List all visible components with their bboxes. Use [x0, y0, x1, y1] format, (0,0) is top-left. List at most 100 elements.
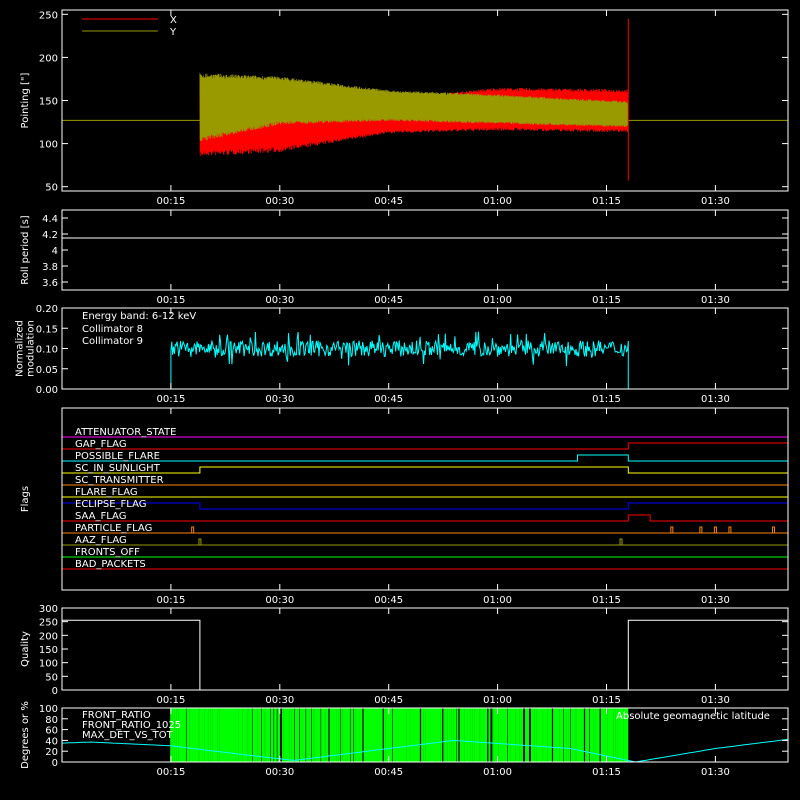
x-tick-label: 01:15 [592, 295, 621, 306]
y-tick-label: 0.05 [36, 365, 58, 376]
y-tick-label: 100 [39, 704, 58, 715]
flag-label: SAA_FLAG [75, 511, 126, 522]
y-tick-label: 60 [45, 726, 58, 737]
y-axis-label: Flags [20, 486, 31, 512]
x-tick-label: 00:15 [156, 295, 185, 306]
y-tick-label: 0.20 [36, 304, 58, 315]
flag-saa-flag-line [62, 514, 788, 522]
x-tick-label: 00:45 [374, 695, 403, 706]
flag-pulse [670, 526, 674, 533]
flag-pulse [198, 538, 202, 545]
x-tick-label: 00:15 [156, 196, 185, 207]
flag-pulse [619, 538, 623, 545]
flag-gap-flag-line [62, 442, 788, 450]
y-tick-label: 150 [39, 645, 58, 656]
x-tick-label: 00:45 [374, 767, 403, 778]
y-tick-label: 0.15 [36, 324, 58, 335]
flag-pulse [771, 526, 775, 533]
x-tick-label: 00:45 [374, 196, 403, 207]
collimator-8-line [170, 331, 629, 390]
y-tick-label: 4.2 [42, 230, 58, 241]
x-tick-label: 01:00 [483, 695, 512, 706]
y-tick-label: 0.10 [36, 345, 58, 356]
y-tick-label: 3.6 [42, 278, 58, 289]
y-tick-label: 200 [39, 631, 58, 642]
x-tick-label: 00:45 [374, 595, 403, 606]
energy-band-annotation: Energy band: 6-12 keV [82, 311, 196, 322]
quality-line [62, 619, 788, 691]
x-tick-label: 01:30 [701, 595, 730, 606]
x-tick-label: 00:30 [265, 767, 294, 778]
y-axis-label: Normalized [15, 320, 26, 377]
y-axis-label: Quality [20, 631, 31, 667]
y-tick-label: 40 [45, 736, 58, 747]
legend-label: X [170, 15, 177, 26]
flag-label: ECLIPSE_FLAG [75, 499, 146, 510]
latitude-annotation: Absolute geomagnetic latitude [616, 711, 770, 722]
y-axis-label: Degrees or % [20, 701, 31, 769]
x-tick-label: 01:00 [483, 394, 512, 405]
x-tick-label: 01:30 [701, 295, 730, 306]
flag-eclipse-flag-line [62, 502, 788, 510]
y-tick-label: 50 [45, 183, 58, 194]
y-tick-label: 100 [39, 659, 58, 670]
legend-label: Collimator 9 [82, 336, 143, 347]
x-tick-label: 01:15 [592, 695, 621, 706]
x-tick-label: 01:15 [592, 394, 621, 405]
flag-pulse [713, 526, 717, 533]
x-tick-label: 01:00 [483, 196, 512, 207]
y-axis-label: Pointing ["] [20, 72, 31, 128]
x-tick-label: 00:30 [265, 595, 294, 606]
flag-label: SC_TRANSMITTER [75, 475, 164, 486]
y-tick-label: 300 [39, 604, 58, 615]
y-tick-label: 200 [39, 53, 58, 64]
flag-possible-flare-line [62, 454, 788, 462]
y-axis-label: modulation [26, 320, 37, 377]
x-tick-label: 00:45 [374, 295, 403, 306]
x-tick-label: 00:45 [374, 394, 403, 405]
x-tick-label: 01:00 [483, 595, 512, 606]
x-tick-label: 00:15 [156, 695, 185, 706]
y-tick-label: 250 [39, 10, 58, 21]
y-tick-label: 50 [45, 672, 58, 683]
legend-label: Collimator 8 [82, 324, 143, 335]
legend-label: MAX_DET_VS_TOT [82, 730, 174, 741]
y-tick-label: 250 [39, 618, 58, 629]
x-tick-label: 01:15 [592, 595, 621, 606]
x-tick-label: 00:30 [265, 394, 294, 405]
flag-label: POSSIBLE_FLARE [75, 451, 160, 462]
x-tick-label: 01:30 [701, 695, 730, 706]
y-tick-label: 0.00 [36, 385, 58, 396]
panel-frame [61, 209, 789, 291]
x-tick-label: 01:15 [592, 767, 621, 778]
flag-pulse [728, 526, 732, 533]
y-tick-label: 3.8 [42, 262, 58, 273]
x-tick-label: 00:30 [265, 695, 294, 706]
x-tick-label: 00:30 [265, 295, 294, 306]
flag-label: FLARE_FLAG [75, 487, 138, 498]
flag-label: PARTICLE_FLAG [75, 523, 152, 534]
flag-label: AAZ_FLAG [75, 535, 127, 546]
x-tick-label: 00:15 [156, 595, 185, 606]
x-tick-label: 00:30 [265, 196, 294, 207]
x-tick-label: 01:30 [701, 767, 730, 778]
y-tick-label: 4.4 [42, 214, 58, 225]
x-tick-label: 01:30 [701, 196, 730, 207]
stacked-time-series-chart: 00:15 00:30 00:45 01:00 01:15 01:30 50 100 150 20… [15, 9, 789, 778]
flag-pulse [699, 526, 703, 533]
x-tick-label: 01:00 [483, 295, 512, 306]
y-tick-label: 150 [39, 97, 58, 108]
x-tick-label: 00:15 [156, 394, 185, 405]
x-tick-label: 01:00 [483, 767, 512, 778]
y-tick-label: 0 [52, 758, 58, 769]
x-tick-label: 00:15 [156, 767, 185, 778]
y-tick-label: 4 [52, 246, 58, 257]
flag-label: GAP_FLAG [75, 439, 127, 450]
flag-label: BAD_PACKETS [75, 559, 146, 570]
flag-sc-in-sunlight-line [62, 466, 788, 474]
legend-label: Y [169, 27, 177, 38]
hessi-quicklook-plot: 00:15 00:30 00:45 01:00 01:15 01:30 50 100 150 20… [0, 0, 800, 800]
flag-label: ATTENUATOR_STATE [75, 427, 176, 438]
x-tick-label: 01:15 [592, 196, 621, 207]
x-tick-label: 01:30 [701, 394, 730, 405]
